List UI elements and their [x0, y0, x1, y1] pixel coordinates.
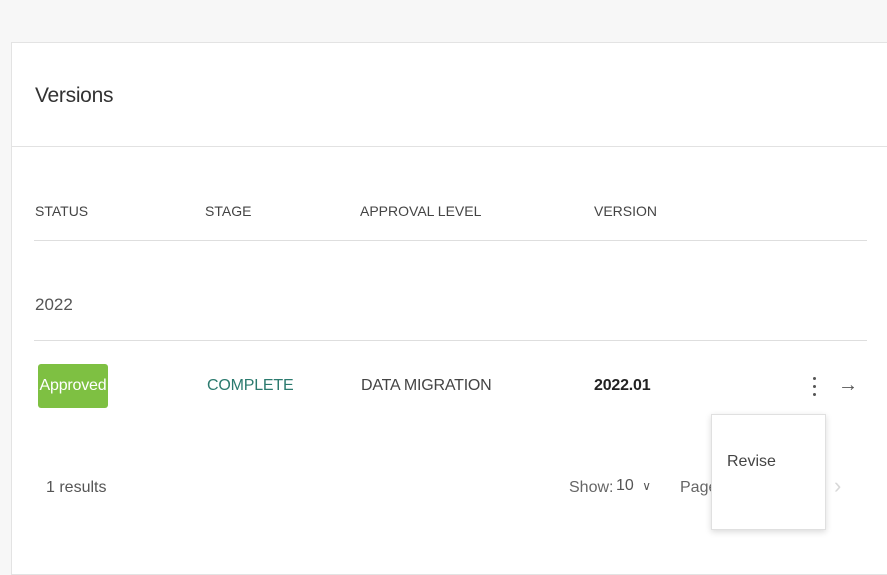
group-header: 2022: [34, 241, 867, 341]
card-header: Versions: [12, 43, 887, 147]
version-cell: 2022.01: [594, 377, 651, 394]
results-count: 1 results: [46, 479, 107, 496]
page-size-label: Show:: [569, 479, 614, 496]
card-title: Versions: [35, 84, 114, 107]
group-label: 2022: [35, 295, 73, 314]
arrow-right-icon[interactable]: →: [834, 369, 862, 401]
column-header-approval-level[interactable]: APPROVAL LEVEL: [360, 203, 481, 219]
status-badge: Approved: [38, 364, 108, 408]
column-header-status[interactable]: STATUS: [35, 203, 88, 219]
table-header: STATUS STAGE APPROVAL LEVEL VERSION: [34, 147, 867, 241]
page-size-value: 10: [616, 477, 634, 494]
column-header-stage[interactable]: STAGE: [205, 203, 251, 219]
chevron-down-icon: ∨: [642, 478, 652, 493]
stage-cell: COMPLETE: [207, 377, 294, 394]
approval-level-cell: DATA MIGRATION: [361, 377, 492, 394]
menu-item-revise[interactable]: Revise: [712, 453, 825, 471]
page-size-select[interactable]: 10 ∨: [616, 477, 651, 495]
more-vertical-icon[interactable]: [804, 371, 826, 403]
row-actions-menu: Revise: [711, 414, 826, 530]
column-header-version[interactable]: VERSION: [594, 203, 657, 219]
chevron-right-icon[interactable]: ›: [834, 473, 841, 499]
